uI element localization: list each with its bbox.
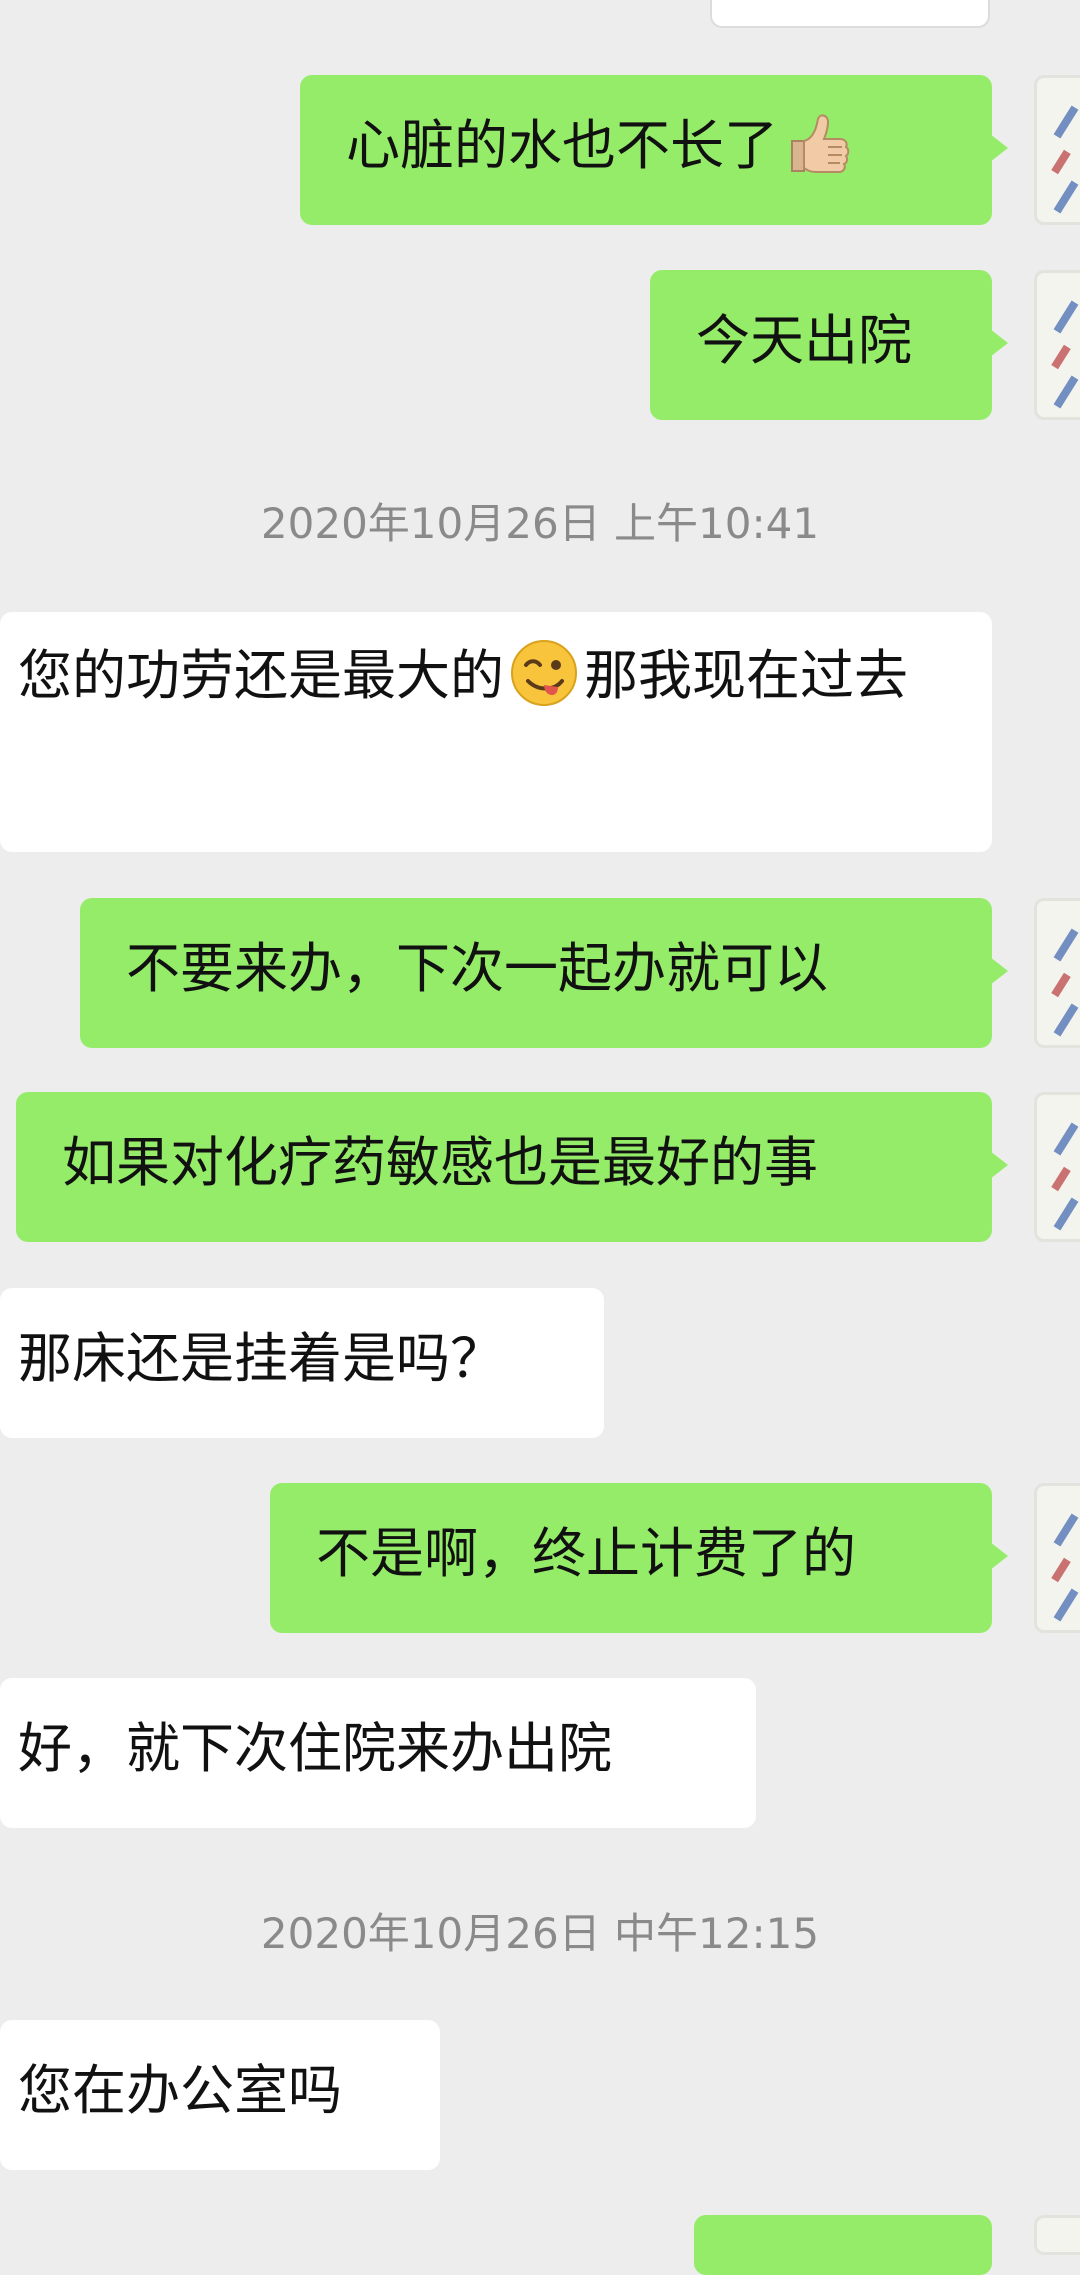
message-timestamp: 2020年10月26日 中午12:15 xyxy=(260,1909,820,1958)
thumbs-up-icon xyxy=(791,114,850,174)
user-avatar[interactable] xyxy=(1034,898,1080,1048)
message-text: 您的功劳还是最大的 xyxy=(18,644,504,707)
incoming-message[interactable]: 您的功劳还是最大的 那我现在过去 xyxy=(0,612,992,852)
user-avatar[interactable] xyxy=(1034,2215,1080,2255)
incoming-message[interactable]: 您在办公室吗 xyxy=(0,2020,440,2170)
message-text: 好，就下次住院来办出院 xyxy=(18,1717,612,1780)
message-text-continued: 那我现在过去 xyxy=(584,644,908,707)
message-text: 那床还是挂着是吗？ xyxy=(18,1327,504,1390)
bubble-tail xyxy=(990,134,1008,162)
outgoing-message[interactable]: 不要来办，下次一起办就可以 xyxy=(80,898,992,1048)
partial-outgoing-message[interactable] xyxy=(694,2215,992,2275)
bubble-tail xyxy=(990,329,1008,357)
outgoing-message[interactable]: 不是啊，终止计费了的 xyxy=(270,1483,992,1633)
message-text: 心脏的水也不长了 xyxy=(346,114,778,177)
message-text: 不要来办，下次一起办就可以 xyxy=(126,937,828,1000)
bubble-tail xyxy=(990,1542,1008,1570)
incoming-message[interactable]: 那床还是挂着是吗？ xyxy=(0,1288,604,1438)
message-timestamp: 2020年10月26日 上午10:41 xyxy=(260,499,820,548)
user-avatar[interactable] xyxy=(1034,75,1080,225)
bubble-tail xyxy=(990,1151,1008,1179)
user-avatar[interactable] xyxy=(1034,1483,1080,1633)
message-text: 如果对化疗药敏感也是最好的事 xyxy=(62,1131,818,1194)
outgoing-message[interactable]: 如果对化疗药敏感也是最好的事 xyxy=(16,1092,992,1242)
winking-face-tongue-icon xyxy=(511,640,577,707)
message-text: 今天出院 xyxy=(696,309,912,372)
message-text: 不是啊，终止计费了的 xyxy=(316,1522,856,1585)
outgoing-message[interactable]: 今天出院 xyxy=(650,270,992,420)
user-avatar[interactable] xyxy=(1034,1092,1080,1242)
partial-message-bubble[interactable] xyxy=(710,0,990,28)
incoming-message[interactable]: 好，就下次住院来办出院 xyxy=(0,1678,756,1828)
bubble-tail xyxy=(990,957,1008,985)
message-text: 您在办公室吗 xyxy=(18,2059,342,2122)
user-avatar[interactable] xyxy=(1034,270,1080,420)
outgoing-message[interactable]: 心脏的水也不长了 xyxy=(300,75,992,225)
chat-conversation: 心脏的水也不长了 今天出院 2020年10月26日 上午10:41 您的功劳还是… xyxy=(0,0,1080,2275)
